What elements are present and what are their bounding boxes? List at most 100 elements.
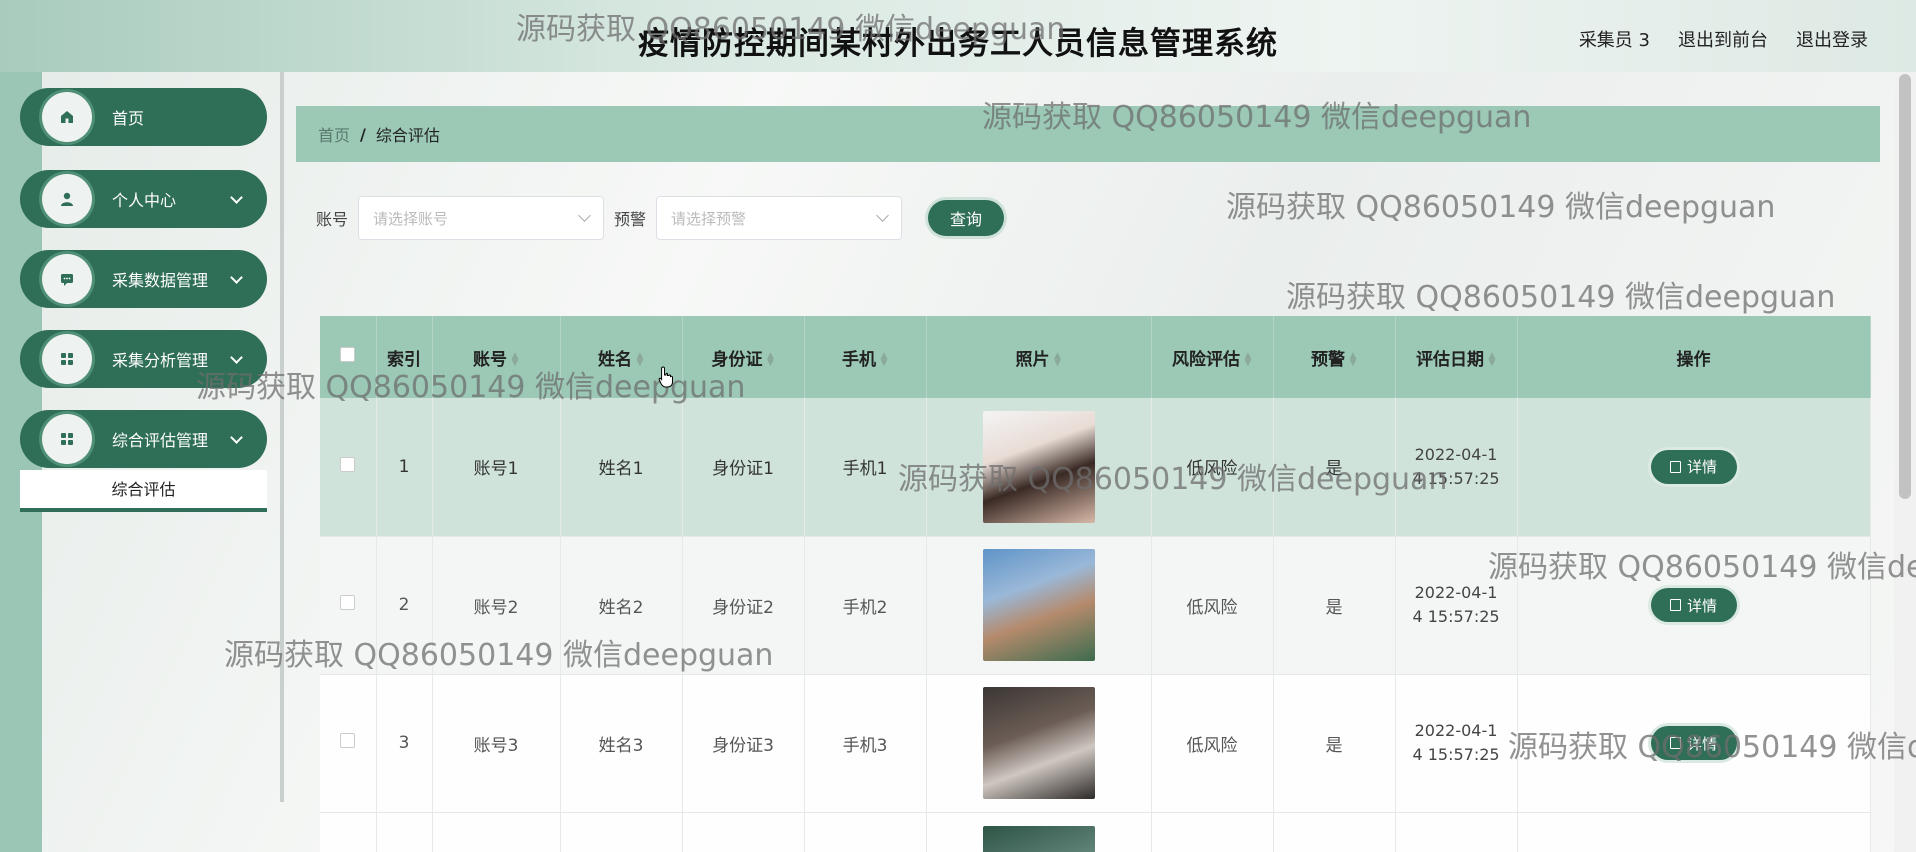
photo-image[interactable] bbox=[982, 687, 1095, 799]
sort-icon[interactable]: ▲ ▼ bbox=[1054, 351, 1062, 367]
sidebar-subitem-evaluation[interactable]: 综合评估 bbox=[20, 470, 267, 512]
row-checkbox[interactable] bbox=[340, 733, 356, 748]
warn-select[interactable]: 请选择预警 bbox=[656, 196, 903, 240]
document-icon bbox=[1669, 599, 1681, 611]
grid-icon bbox=[42, 334, 92, 384]
home-icon bbox=[42, 92, 92, 142]
column-header[interactable]: 身份证 ▲ ▼ bbox=[682, 316, 805, 398]
cell-action: 详情 bbox=[1517, 398, 1871, 537]
document-icon bbox=[1669, 460, 1681, 473]
sidebar-item-personal-center[interactable]: 个人中心 bbox=[20, 170, 267, 228]
sort-icon[interactable]: ▲ ▼ bbox=[880, 351, 888, 367]
cell-photo bbox=[926, 812, 1152, 852]
sort-icon[interactable]: ▲ ▼ bbox=[636, 351, 644, 367]
photo-image[interactable] bbox=[982, 549, 1095, 661]
pointer-cursor-icon bbox=[658, 366, 673, 388]
cell-account: 账号1 bbox=[432, 398, 561, 537]
cell-id: 身份证3 bbox=[682, 674, 805, 813]
cell-risk: 低风险 bbox=[1151, 674, 1274, 813]
chevron-down-icon bbox=[230, 190, 243, 204]
breadcrumb-separator: / bbox=[360, 124, 366, 144]
top-header: 疫情防控期间某村外出务工人员信息管理系统 采集员 3 退出到前台 退出登录 bbox=[0, 0, 1916, 72]
row-checkbox[interactable] bbox=[340, 456, 356, 472]
table-header-row: 索引 账号 ▲ ▼ 姓名 ▲ ▼ 身份证 ▲ ▼ 手机 ▲ ▼ 照片 ▲ ▼ 风险评估 ▲ ▼ 预警 ▲ ▼… bbox=[320, 316, 1871, 398]
sidebar-item-label: 综合评估管理 bbox=[112, 431, 209, 450]
search-bar: 账号 请选择账号 预警 请选择预警 查询 bbox=[316, 196, 1005, 240]
data-table: 索引 账号 ▲ ▼ 姓名 ▲ ▼ 身份证 ▲ ▼ 手机 ▲ ▼ 照片 ▲ ▼ 风险评估 ▲ ▼ 预警 ▲ ▼… bbox=[320, 316, 1871, 852]
detail-button[interactable]: 详情 bbox=[1650, 588, 1737, 622]
logout-link[interactable]: 退出登录 bbox=[1796, 26, 1868, 52]
user-icon bbox=[42, 174, 92, 224]
table-row[interactable]: 1 账号1 姓名1 身份证1 手机1 低风险 是 2022-04-1 4 15:5… bbox=[320, 398, 1871, 537]
scrollbar-thumb[interactable] bbox=[1899, 74, 1911, 499]
sort-icon[interactable]: ▲ ▼ bbox=[1349, 351, 1357, 367]
sidebar-item-collect-analysis[interactable]: 采集分析管理 bbox=[20, 330, 267, 388]
cell-id: 身份证1 bbox=[682, 398, 805, 537]
column-header[interactable]: 账号 ▲ ▼ bbox=[432, 316, 561, 398]
sidebar-divider bbox=[280, 72, 284, 802]
column-header: 操作 bbox=[1517, 316, 1871, 398]
select-all-checkbox[interactable] bbox=[340, 347, 356, 362]
cell-index: 2 bbox=[376, 536, 433, 675]
cell-risk: 低风险 bbox=[1151, 398, 1274, 537]
detail-button[interactable]: 详情 bbox=[1650, 449, 1737, 484]
sidebar-item-home[interactable]: 首页 bbox=[20, 88, 267, 146]
sidebar-item-collect-data[interactable]: 采集数据管理 bbox=[20, 250, 267, 308]
detail-button[interactable]: 详情 bbox=[1650, 726, 1737, 760]
table-row[interactable] bbox=[320, 812, 1871, 852]
cell-risk: 低风险 bbox=[1151, 536, 1274, 675]
account-select[interactable]: 请选择账号 bbox=[358, 196, 605, 240]
cell-phone: 手机2 bbox=[804, 536, 927, 675]
column-header[interactable]: 风险评估 ▲ ▼ bbox=[1151, 316, 1274, 398]
cell-action: 详情 bbox=[1517, 674, 1871, 813]
account-label: 账号 bbox=[316, 210, 349, 229]
cell-phone: 手机3 bbox=[804, 674, 927, 813]
cell-warn: 是 bbox=[1273, 398, 1396, 537]
column-header[interactable]: 索引 bbox=[376, 316, 433, 398]
chat-icon bbox=[42, 254, 92, 304]
sidebar-item-evaluation[interactable]: 综合评估管理 bbox=[20, 410, 267, 468]
sort-icon[interactable]: ▲ ▼ bbox=[1244, 351, 1252, 367]
current-user[interactable]: 采集员 3 bbox=[1579, 26, 1650, 52]
sort-icon[interactable]: ▲ ▼ bbox=[767, 351, 775, 367]
photo-image[interactable] bbox=[982, 826, 1095, 852]
select-all-header[interactable] bbox=[320, 316, 377, 398]
account-placeholder: 请选择账号 bbox=[373, 209, 449, 228]
cell-warn: 是 bbox=[1273, 536, 1396, 675]
chevron-down-icon bbox=[876, 209, 889, 222]
row-checkbox[interactable] bbox=[340, 595, 356, 610]
column-header[interactable]: 手机 ▲ ▼ bbox=[804, 316, 927, 398]
cell-date: 2022-04-1 4 15:57:25 bbox=[1395, 536, 1518, 675]
cell-index: 3 bbox=[376, 674, 433, 813]
column-header[interactable]: 评估日期 ▲ ▼ bbox=[1395, 316, 1518, 398]
cell-action: 详情 bbox=[1517, 536, 1871, 675]
sidebar-item-label: 个人中心 bbox=[112, 191, 177, 210]
main-content: 首页 / 综合评估 账号 请选择账号 预警 请选择预警 查询 索引 账号 ▲ ▼ 姓… bbox=[296, 106, 1880, 852]
chevron-down-icon bbox=[578, 209, 591, 222]
breadcrumb: 首页 / 综合评估 bbox=[296, 106, 1880, 162]
table-row[interactable]: 3 账号3 姓名3 身份证3 手机3 低风险 是 2022-04-1 4 15:5… bbox=[320, 674, 1871, 813]
cell-date: 2022-04-1 4 15:57:25 bbox=[1395, 398, 1518, 537]
breadcrumb-home[interactable]: 首页 bbox=[318, 122, 350, 146]
sort-icon[interactable]: ▲ ▼ bbox=[1488, 351, 1496, 367]
header-links: 采集员 3 退出到前台 退出登录 bbox=[1579, 26, 1868, 52]
query-button[interactable]: 查询 bbox=[928, 200, 1005, 236]
cell-warn: 是 bbox=[1273, 674, 1396, 813]
column-header[interactable]: 预警 ▲ ▼ bbox=[1273, 316, 1396, 398]
table-row[interactable]: 2 账号2 姓名2 身份证2 手机2 低风险 是 2022-04-1 4 15:5… bbox=[320, 536, 1871, 675]
photo-image[interactable] bbox=[982, 410, 1095, 523]
column-header[interactable]: 照片 ▲ ▼ bbox=[926, 316, 1152, 398]
cell-phone: 手机1 bbox=[804, 398, 927, 537]
breadcrumb-current: 综合评估 bbox=[375, 126, 440, 145]
chevron-down-icon bbox=[230, 430, 243, 444]
sidebar-item-label: 采集数据管理 bbox=[112, 271, 209, 290]
back-to-front-link[interactable]: 退出到前台 bbox=[1678, 26, 1768, 52]
sort-icon[interactable]: ▲ ▼ bbox=[511, 351, 519, 367]
vertical-scrollbar[interactable] bbox=[1894, 72, 1916, 852]
cell-id: 身份证2 bbox=[682, 536, 805, 675]
cell-name: 姓名2 bbox=[560, 536, 683, 675]
cell-name: 姓名1 bbox=[560, 398, 683, 537]
grid-icon bbox=[42, 414, 92, 464]
sidebar: 首页 个人中心 采集数据管理 采集分析管理 综合评估管理 综合评估 bbox=[0, 72, 285, 852]
cell-photo bbox=[926, 674, 1152, 813]
